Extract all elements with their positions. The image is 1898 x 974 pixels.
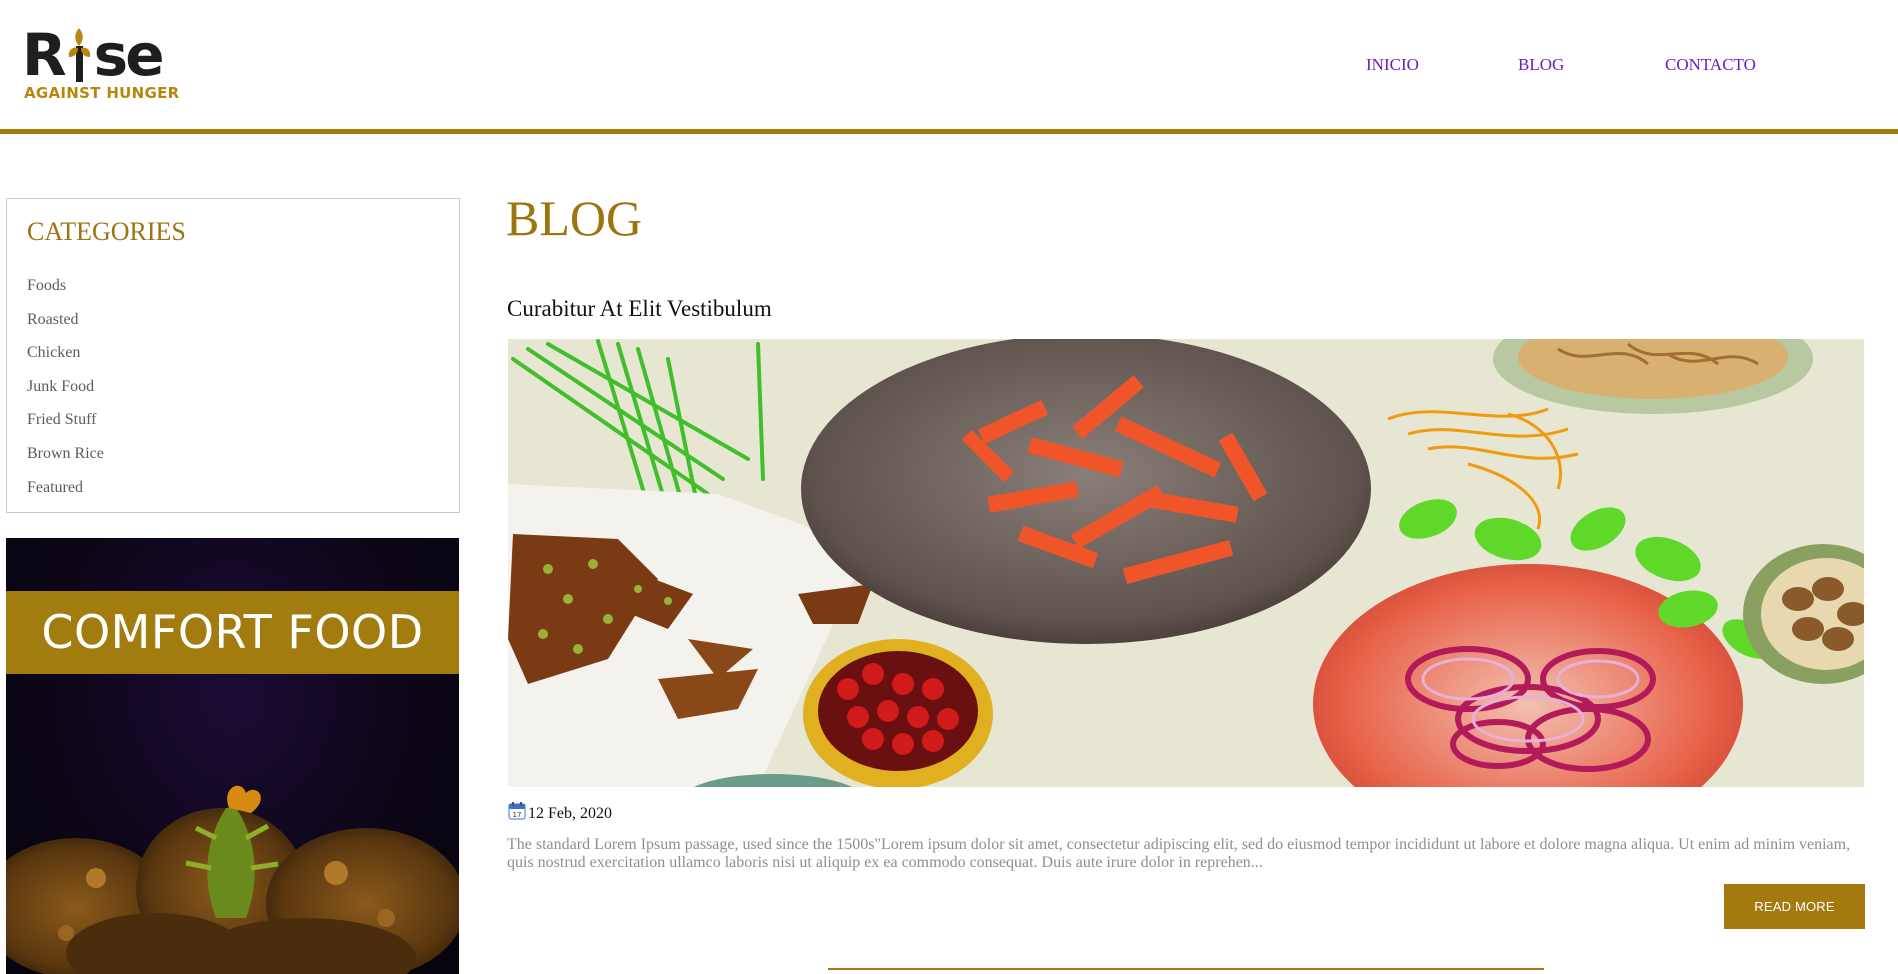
calendar-icon: 17 [508,802,526,820]
post-date: 17 12 Feb, 2020 [508,802,612,822]
comfort-food-banner[interactable]: COMFORT FOOD [6,538,459,974]
page-title: BLOG [506,190,643,246]
banner-title: COMFORT FOOD [41,605,424,659]
read-more-button[interactable]: READ MORE [1724,884,1865,929]
post-date-text: 12 Feb, 2020 [528,805,612,822]
categories-heading: CATEGORIES [27,217,186,246]
category-item-foods[interactable]: Foods [27,269,104,303]
categories-list: Foods Roasted Chicken Junk Food Fried St… [27,269,104,504]
categories-widget: CATEGORIES Foods Roasted Chicken Junk Fo… [6,198,460,513]
wheat-icon [68,28,90,82]
category-item-junk-food[interactable]: Junk Food [27,370,104,404]
svg-text:17: 17 [513,811,522,819]
category-item-featured[interactable]: Featured [27,471,104,505]
logo-wordmark: Rse [22,26,165,84]
logo-wordmark-text: R [22,21,67,89]
nav-contacto-link[interactable]: CONTACTO [1665,55,1756,75]
post-excerpt: The standard Lorem Ipsum passage, used s… [507,836,1851,871]
nav-inicio-link[interactable]: INICIO [1366,55,1419,75]
fried-food-image [6,785,459,974]
category-item-brown-rice[interactable]: Brown Rice [27,437,104,471]
nav-blog-link[interactable]: BLOG [1518,55,1564,75]
food-platter-image [508,339,1864,787]
post-title[interactable]: Curabitur At Elit Vestibulum [507,295,772,323]
site-logo[interactable]: Rse AGAINST HUNGER [22,26,182,102]
post-divider [828,968,1544,970]
logo-tagline: AGAINST HUNGER [24,84,180,102]
post-image[interactable] [508,339,1864,787]
site-header: Rse AGAINST HUNGER INICIO BLOG CONTACTO [0,0,1898,134]
category-item-roasted[interactable]: Roasted [27,303,104,337]
logo-wordmark-rest: se [93,21,165,89]
category-item-chicken[interactable]: Chicken [27,336,104,370]
category-item-fried-stuff[interactable]: Fried Stuff [27,403,104,437]
